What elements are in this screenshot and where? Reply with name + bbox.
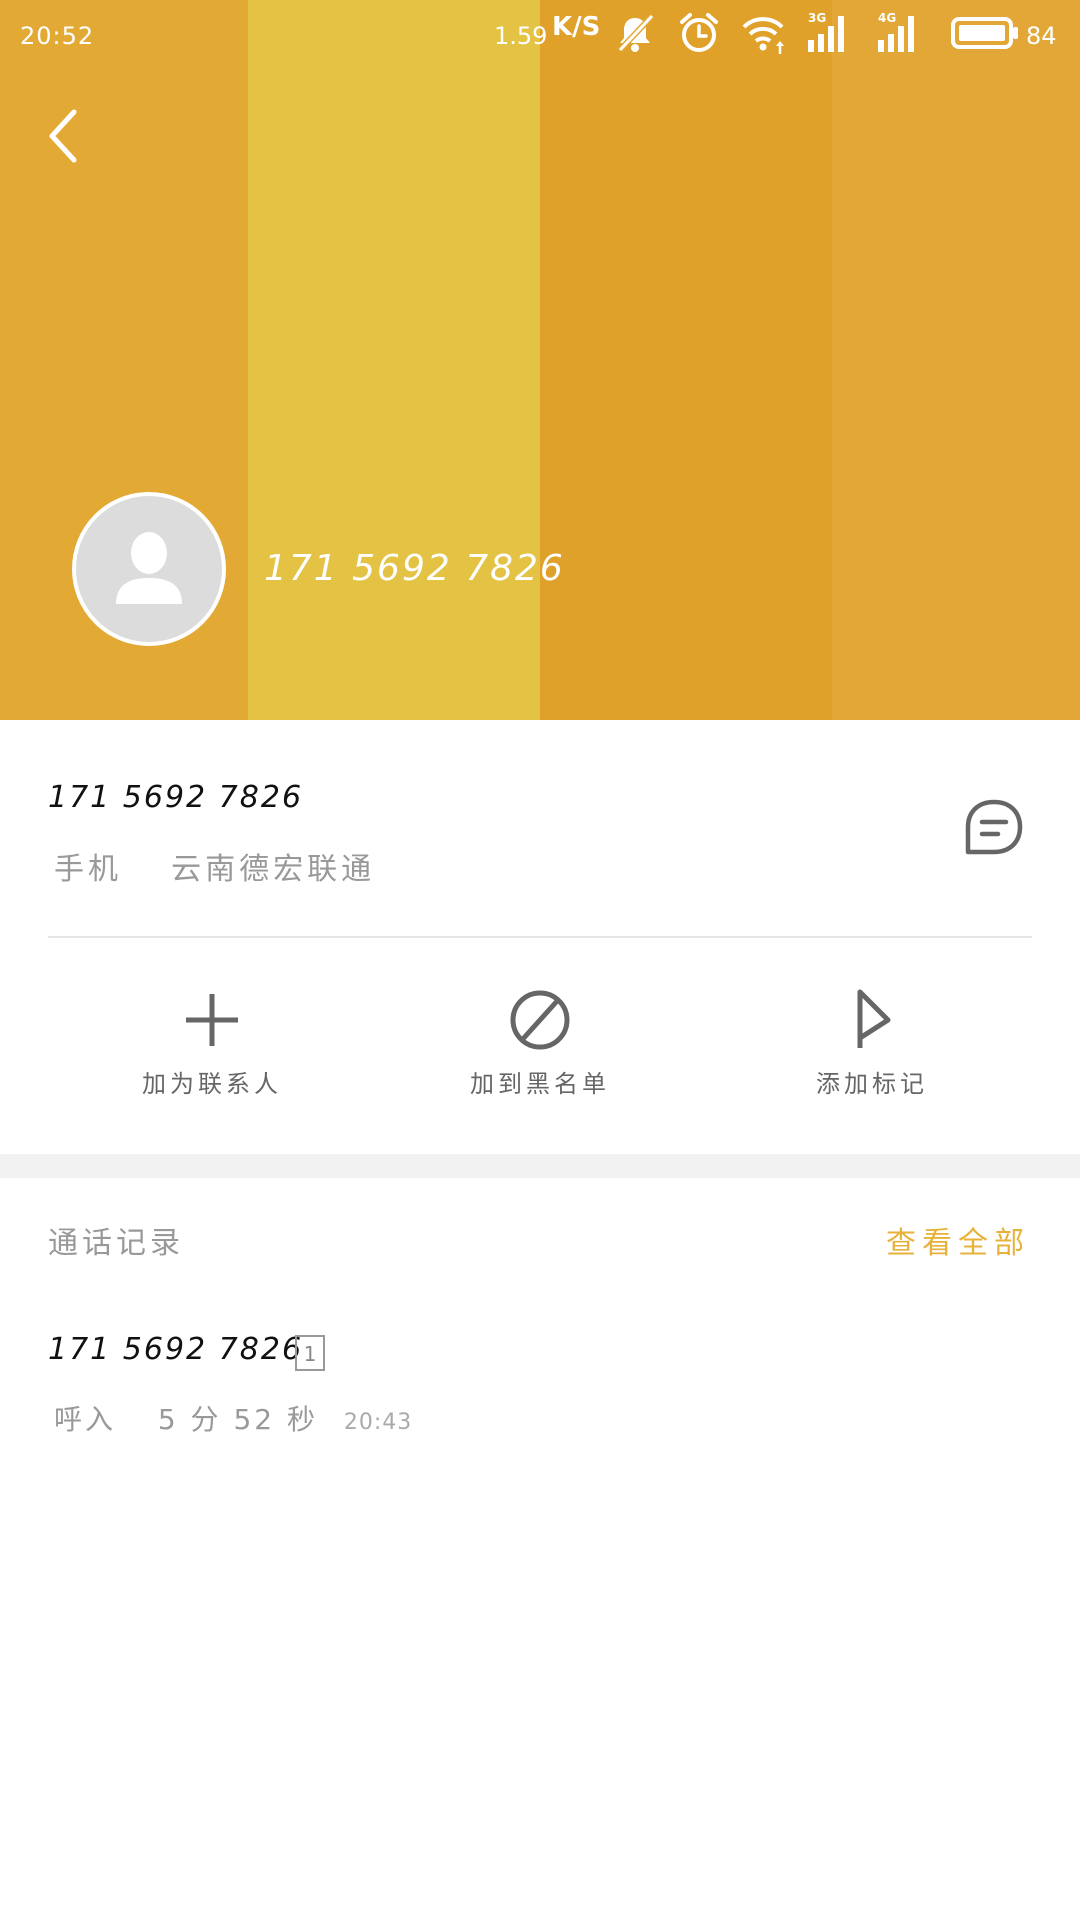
message-button[interactable] (962, 796, 1026, 860)
number-info: 手机 云南德宏联通 (54, 844, 375, 888)
view-all-link[interactable]: 查看全部 (886, 1218, 1030, 1262)
add-contact-button[interactable]: 加为联系人 (92, 988, 332, 1108)
header-stripe (540, 0, 832, 720)
status-net-unit: K/S (552, 12, 601, 42)
block-number-label: 加到黑名单 (470, 1070, 610, 1098)
mute-icon (617, 13, 655, 53)
number-location: 云南德宏联通 (171, 852, 376, 887)
call-time: 20:43 (343, 1410, 413, 1435)
call-log-number: 171 5692 7826 (48, 1332, 304, 1367)
contact-header: 20:52 1.59 K/S 3G 4G 84 171 5692 7826 (0, 0, 1080, 720)
section-divider (0, 1154, 1080, 1178)
divider (48, 936, 1032, 938)
header-stripe (832, 0, 1080, 720)
signal-3g-label: 3G (808, 11, 826, 25)
call-direction: 呼入 (54, 1403, 117, 1436)
signal-4g-label: 4G (878, 11, 896, 25)
status-time: 20:52 (20, 22, 95, 50)
signal-3g-icon: 3G (808, 11, 844, 52)
add-mark-button[interactable]: 添加标记 (752, 988, 992, 1108)
status-net-speed: 1.59 (494, 22, 548, 50)
sim-slot-number: 1 (304, 1342, 317, 1366)
status-bar: 20:52 1.59 K/S 3G 4G 84 (0, 0, 1080, 72)
block-icon (510, 990, 570, 1050)
header-phone-number: 171 5692 7826 (264, 548, 565, 589)
header-stripe (248, 0, 540, 720)
add-contact-label: 加为联系人 (142, 1070, 282, 1098)
battery-level: 84 (1026, 22, 1057, 50)
phone-number: 171 5692 7826 (48, 780, 304, 815)
call-log-title: 通话记录 (48, 1226, 184, 1261)
call-log-detail: 呼入 5 分 52 秒 20:43 (54, 1398, 412, 1438)
signal-4g-icon: 4G (878, 11, 914, 52)
block-number-button[interactable]: 加到黑名单 (420, 988, 660, 1108)
alarm-icon (680, 13, 718, 52)
plus-icon (186, 994, 238, 1046)
call-duration: 5 分 52 秒 (157, 1403, 318, 1436)
person-icon (116, 532, 182, 604)
number-type: 手机 (54, 852, 122, 887)
add-mark-label: 添加标记 (816, 1070, 928, 1098)
flag-icon (857, 989, 891, 1048)
avatar[interactable] (72, 492, 226, 646)
back-button[interactable] (40, 104, 88, 168)
wifi-icon (742, 17, 784, 54)
sim-card-icon: 1 (295, 1335, 325, 1371)
battery-icon (951, 17, 1018, 49)
